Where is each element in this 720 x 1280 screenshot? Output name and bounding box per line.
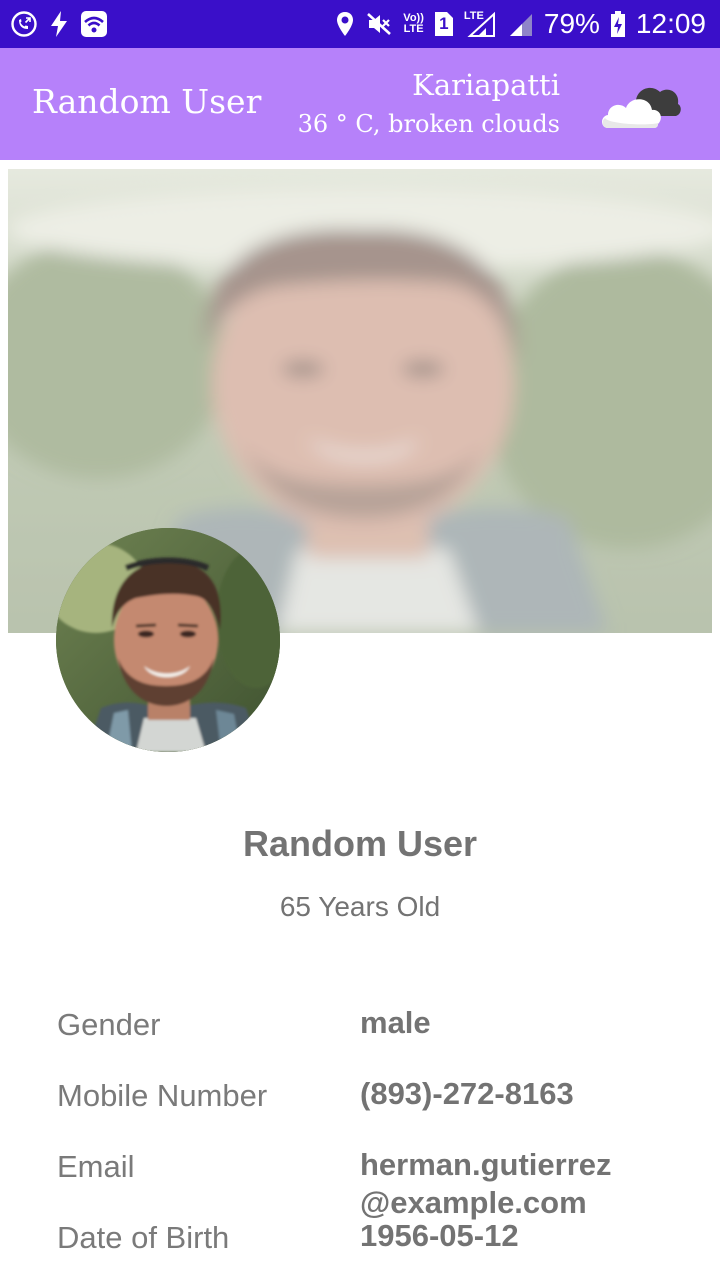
- volte-icon: Vo)) LTE: [403, 12, 424, 35]
- profile-age: 65 Years Old: [279, 891, 441, 922]
- email-value-line1: herman.gutierrez: [360, 1147, 612, 1182]
- wifi-icon: [80, 10, 108, 38]
- date-of-birth-value: 1956-05-12: [360, 1218, 519, 1253]
- gender-value: male: [360, 1005, 431, 1040]
- clock: 12:09: [635, 8, 706, 39]
- email-label: Email: [57, 1149, 135, 1184]
- app-bar: Random User Kariapatti 36 ° C, broken cl…: [0, 48, 720, 160]
- profile-name: Random User: [242, 823, 478, 864]
- app-title: Random User: [32, 82, 262, 121]
- status-bar: Vo)) LTE 1 LTE 79% 12:09: [0, 0, 720, 48]
- mobile-number-label: Mobile Number: [57, 1078, 268, 1113]
- sim-icon: 1: [434, 11, 454, 37]
- weather-city: Kariapatti: [412, 68, 560, 102]
- call-forward-icon: [10, 10, 38, 38]
- weather-description: 36 ° C, broken clouds: [297, 110, 560, 138]
- signal-icon-2: [508, 10, 534, 38]
- location-icon: [335, 10, 355, 38]
- signal-icon: LTE: [464, 10, 498, 38]
- mobile-number-value: (893)-272-8163: [360, 1076, 574, 1111]
- flash-icon: [48, 10, 70, 38]
- avatar: [56, 528, 280, 752]
- date-of-birth-label: Date of Birth: [57, 1220, 230, 1255]
- battery-percent: 79%: [543, 8, 600, 39]
- cloud-icon: [598, 78, 684, 132]
- email-value: herman.gutierrez @example.com: [360, 1146, 612, 1222]
- mute-icon: [365, 10, 393, 38]
- gender-label: Gender: [57, 1007, 161, 1042]
- battery-charging-icon: [610, 10, 626, 38]
